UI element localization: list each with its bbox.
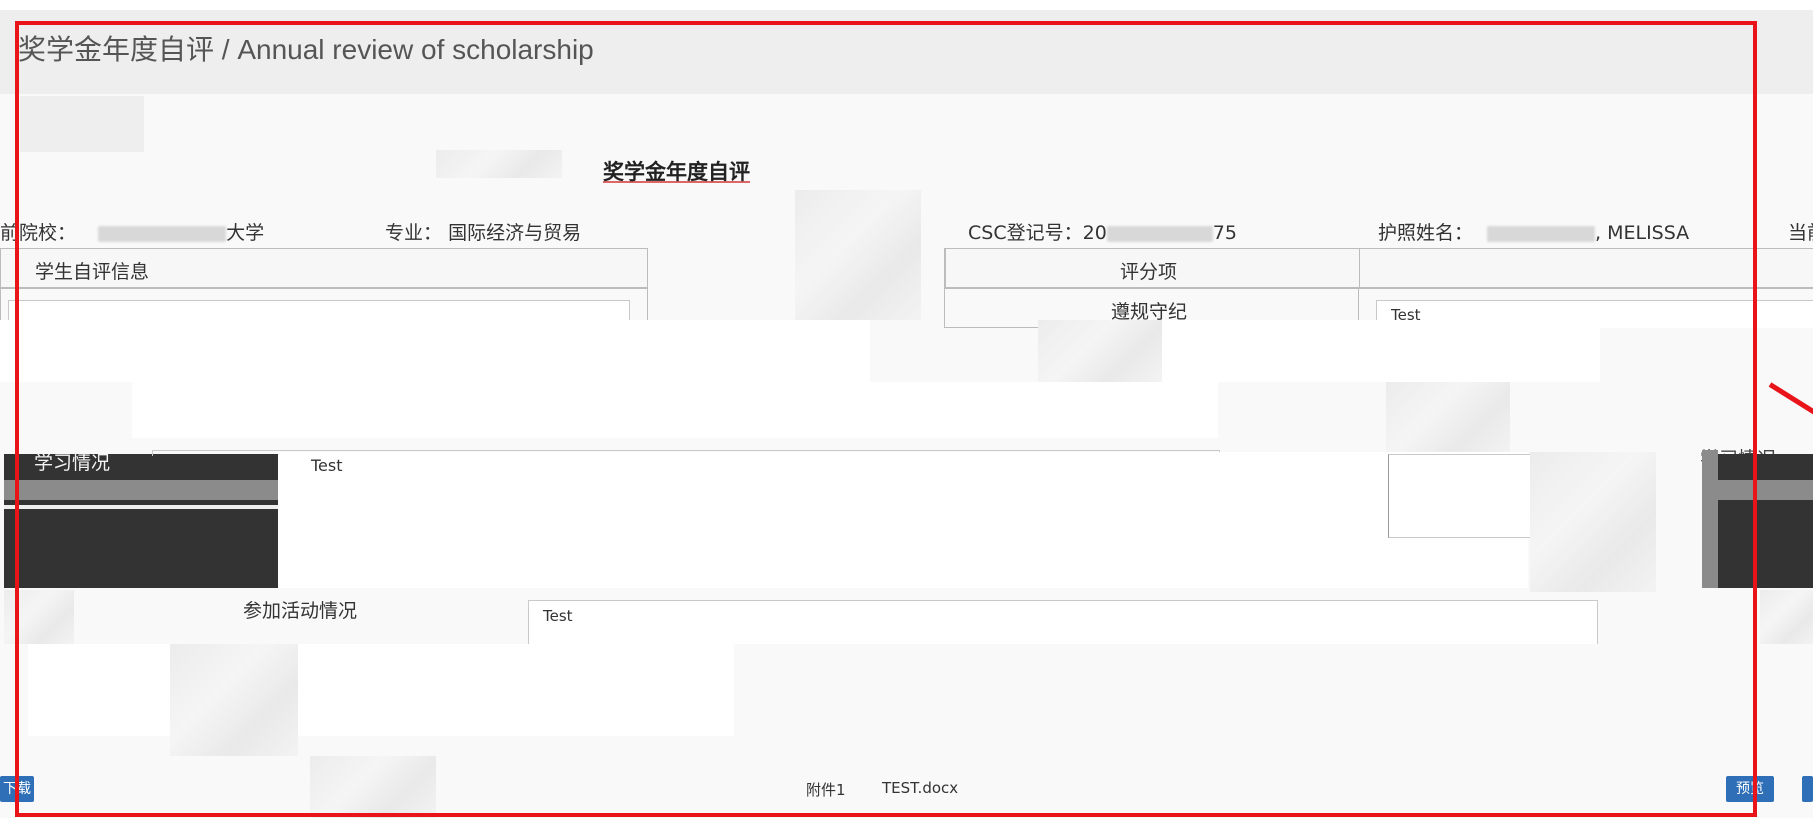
preview-button[interactable]: 预览 (1726, 776, 1774, 802)
redacted-block (4, 590, 74, 644)
redaction-band (1162, 320, 1600, 382)
right-table-header: 评分项 (944, 248, 1813, 288)
redacted-block (1760, 590, 1813, 644)
redacted-block (1530, 452, 1656, 592)
major-value: 国际经济与贸易 (448, 222, 582, 244)
download-button[interactable]: 下载 (0, 776, 34, 802)
student-self-eval-header: 学生自评信息 (0, 248, 648, 288)
attachment-filename[interactable]: TEST.docx (882, 779, 958, 797)
redacted-school (98, 225, 227, 242)
score-item-label: 评分项 (1120, 261, 1178, 283)
major-info: 专业： 国际经济与贸易 (385, 218, 581, 245)
redacted-csc (1106, 225, 1213, 242)
form-title: 奖学金年度自评 (603, 160, 750, 184)
redacted-block (310, 756, 436, 818)
redacted-stripe (4, 505, 278, 509)
school-label: 前院校： (0, 222, 77, 244)
redacted-block (1038, 320, 1162, 382)
school-info: 前院校： 大学 (0, 218, 264, 245)
csc-prefix: 20 (1082, 222, 1107, 244)
redacted-passport (1487, 225, 1596, 242)
current-info: 当前 (1788, 222, 1813, 244)
redaction-band (28, 644, 734, 736)
passport-label: 护照姓名： (1378, 222, 1474, 244)
redacted-block (170, 644, 298, 756)
redaction-band (132, 382, 1218, 438)
attachment-label: 附件1 (806, 781, 846, 799)
passport-info: 护照姓名： , MELISSA (1378, 218, 1689, 245)
score-item-header: 评分项 (945, 248, 1360, 288)
redaction-band (0, 320, 870, 382)
redacted-dark-block (1718, 454, 1813, 588)
csc-label: CSC登记号： (968, 222, 1083, 244)
redacted-block (20, 96, 144, 152)
study-value: Test (311, 456, 343, 475)
study-label-left: 学习情况 (34, 452, 111, 474)
redacted-block (795, 190, 921, 320)
passport-suffix: , MELISSA (1595, 222, 1690, 244)
study-textarea[interactable] (278, 452, 1528, 588)
activity-label: 参加活动情况 (243, 600, 358, 622)
redacted-stripe (1718, 480, 1813, 500)
csc-info: CSC登记号：20 75 (968, 218, 1237, 245)
top-gap (0, 0, 1813, 10)
csc-suffix: 75 (1212, 222, 1237, 244)
activity-textarea[interactable]: Test (528, 600, 1598, 644)
redacted-block (1386, 382, 1510, 454)
page-title: 奖学金年度自评 / Annual review of scholarship (18, 34, 594, 65)
download-button-right[interactable] (1802, 776, 1813, 802)
school-suffix: 大学 (226, 222, 265, 244)
redacted-stripe (1702, 450, 1718, 588)
redacted-block (436, 150, 562, 178)
study-side-box (1388, 454, 1532, 538)
student-self-eval-title: 学生自评信息 (35, 261, 150, 283)
major-label: 专业： (385, 222, 443, 244)
redacted-stripe (4, 480, 278, 500)
